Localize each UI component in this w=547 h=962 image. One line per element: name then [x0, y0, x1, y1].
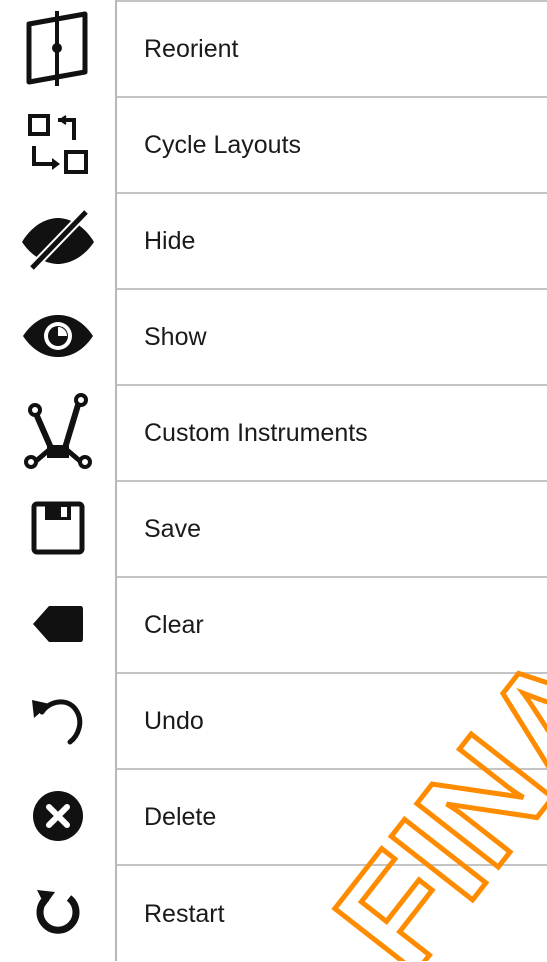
cycle-layouts-icon[interactable] — [0, 96, 115, 192]
custom-instruments-icon[interactable] — [0, 384, 115, 480]
menu-item-hide[interactable]: Hide — [117, 194, 547, 290]
menu-item-label: Save — [144, 514, 201, 543]
restart-icon[interactable] — [0, 864, 115, 960]
delete-icon[interactable] — [0, 768, 115, 864]
menu-item-cycle-layouts[interactable]: Cycle Layouts — [117, 98, 547, 194]
undo-icon[interactable] — [0, 672, 115, 768]
menu-item-undo[interactable]: Undo — [117, 674, 547, 770]
menu-item-label: Custom Instruments — [144, 418, 368, 447]
eye-slash-icon[interactable] — [0, 192, 115, 288]
floppy-disk-icon[interactable] — [0, 480, 115, 576]
action-menu: Reorient Cycle Layouts Hide Show Custom … — [115, 0, 547, 961]
menu-item-label: Hide — [144, 226, 196, 255]
menu-item-label: Clear — [144, 610, 204, 639]
menu-item-label: Reorient — [144, 34, 239, 63]
menu-item-show[interactable]: Show — [117, 290, 547, 386]
menu-item-reorient[interactable]: Reorient — [117, 2, 547, 98]
reorient-icon[interactable] — [0, 0, 115, 96]
menu-item-custom-instruments[interactable]: Custom Instruments — [117, 386, 547, 482]
icon-column — [0, 0, 115, 961]
menu-item-restart[interactable]: Restart — [117, 866, 547, 962]
menu-item-label: Cycle Layouts — [144, 130, 302, 159]
menu-item-delete[interactable]: Delete — [117, 770, 547, 866]
menu-item-label: Show — [144, 322, 207, 351]
menu-item-label: Restart — [144, 899, 225, 928]
menu-item-save[interactable]: Save — [117, 482, 547, 578]
clear-icon[interactable] — [0, 576, 115, 672]
menu-item-label: Undo — [144, 706, 204, 735]
menu-item-label: Delete — [144, 802, 217, 831]
menu-item-clear[interactable]: Clear — [117, 578, 547, 674]
eye-icon[interactable] — [0, 288, 115, 384]
